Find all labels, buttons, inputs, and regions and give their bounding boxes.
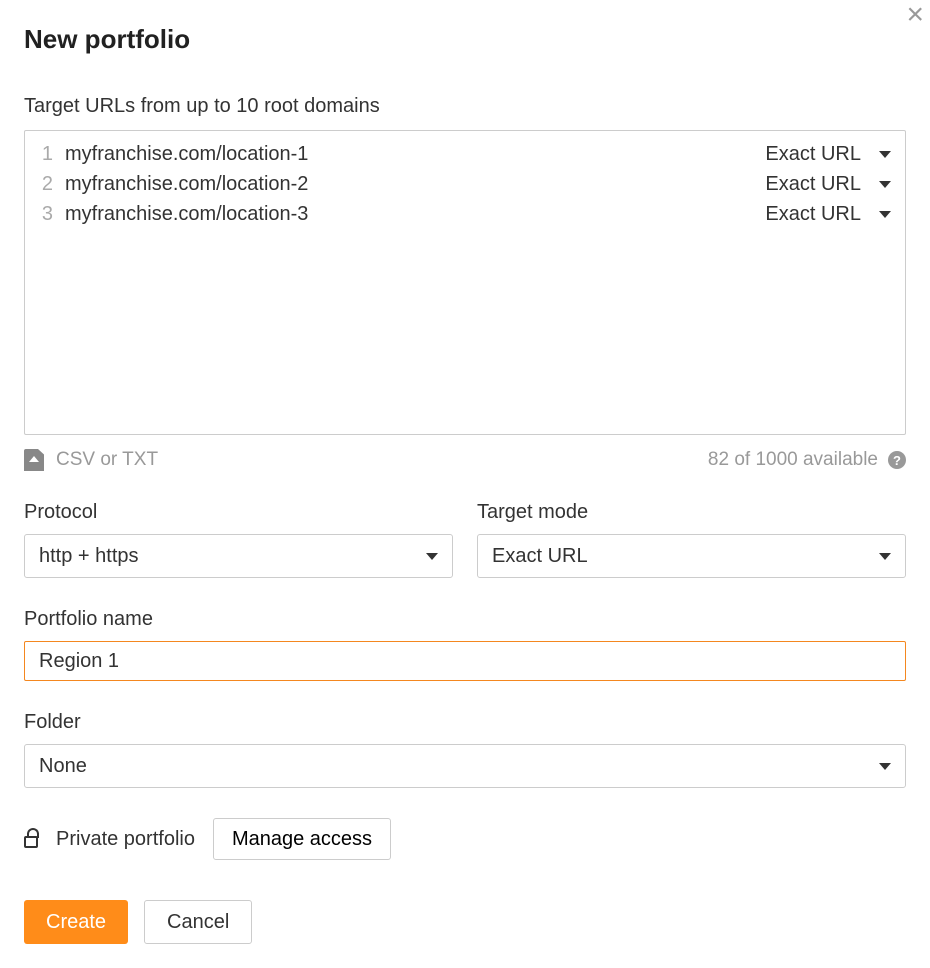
- lock-icon: [24, 836, 38, 848]
- available-text: 82 of 1000 available: [708, 449, 878, 471]
- upload-file-button[interactable]: CSV or TXT: [24, 449, 158, 471]
- folder-value: None: [39, 755, 87, 778]
- manage-access-button[interactable]: Manage access: [213, 818, 391, 860]
- privacy-label: Private portfolio: [56, 828, 195, 851]
- target-mode-label: Target mode: [477, 501, 906, 524]
- line-number: 2: [35, 169, 65, 199]
- portfolio-name-input[interactable]: [24, 641, 906, 681]
- protocol-label: Protocol: [24, 501, 453, 524]
- upload-icon: [24, 449, 44, 471]
- chevron-down-icon: [879, 151, 891, 158]
- folder-select[interactable]: None: [24, 744, 906, 788]
- dialog-title: New portfolio: [24, 24, 906, 55]
- protocol-value: http + https: [39, 545, 139, 568]
- line-number: 3: [35, 199, 65, 229]
- under-url-row: CSV or TXT 82 of 1000 available ?: [24, 449, 906, 471]
- url-row: 3 myfranchise.com/location-3 Exact URL: [35, 199, 891, 229]
- create-button[interactable]: Create: [24, 900, 128, 944]
- new-portfolio-dialog: × New portfolio Target URLs from up to 1…: [0, 0, 930, 968]
- url-mode-value: Exact URL: [765, 199, 861, 229]
- url-mode-select[interactable]: Exact URL: [765, 139, 891, 169]
- portfolio-name-label: Portfolio name: [24, 608, 906, 631]
- chevron-down-icon: [879, 211, 891, 218]
- url-text[interactable]: myfranchise.com/location-1: [65, 139, 765, 169]
- url-row: 2 myfranchise.com/location-2 Exact URL: [35, 169, 891, 199]
- chevron-down-icon: [426, 553, 438, 560]
- target-urls-input[interactable]: 1 myfranchise.com/location-1 Exact URL 2…: [24, 130, 906, 435]
- target-mode-value: Exact URL: [492, 545, 588, 568]
- available-count: 82 of 1000 available ?: [708, 449, 906, 471]
- url-row: 1 myfranchise.com/location-1 Exact URL: [35, 139, 891, 169]
- url-mode-select[interactable]: Exact URL: [765, 199, 891, 229]
- folder-label: Folder: [24, 711, 906, 734]
- upload-file-label: CSV or TXT: [56, 449, 158, 471]
- line-number: 1: [35, 139, 65, 169]
- cancel-button[interactable]: Cancel: [144, 900, 252, 944]
- url-mode-value: Exact URL: [765, 139, 861, 169]
- close-icon[interactable]: ×: [906, 0, 924, 30]
- chevron-down-icon: [879, 181, 891, 188]
- url-mode-select[interactable]: Exact URL: [765, 169, 891, 199]
- target-mode-select[interactable]: Exact URL: [477, 534, 906, 578]
- protocol-select[interactable]: http + https: [24, 534, 453, 578]
- help-icon[interactable]: ?: [888, 451, 906, 469]
- url-text[interactable]: myfranchise.com/location-2: [65, 169, 765, 199]
- target-urls-label: Target URLs from up to 10 root domains: [24, 95, 906, 118]
- url-mode-value: Exact URL: [765, 169, 861, 199]
- chevron-down-icon: [879, 553, 891, 560]
- chevron-down-icon: [879, 763, 891, 770]
- url-text[interactable]: myfranchise.com/location-3: [65, 199, 765, 229]
